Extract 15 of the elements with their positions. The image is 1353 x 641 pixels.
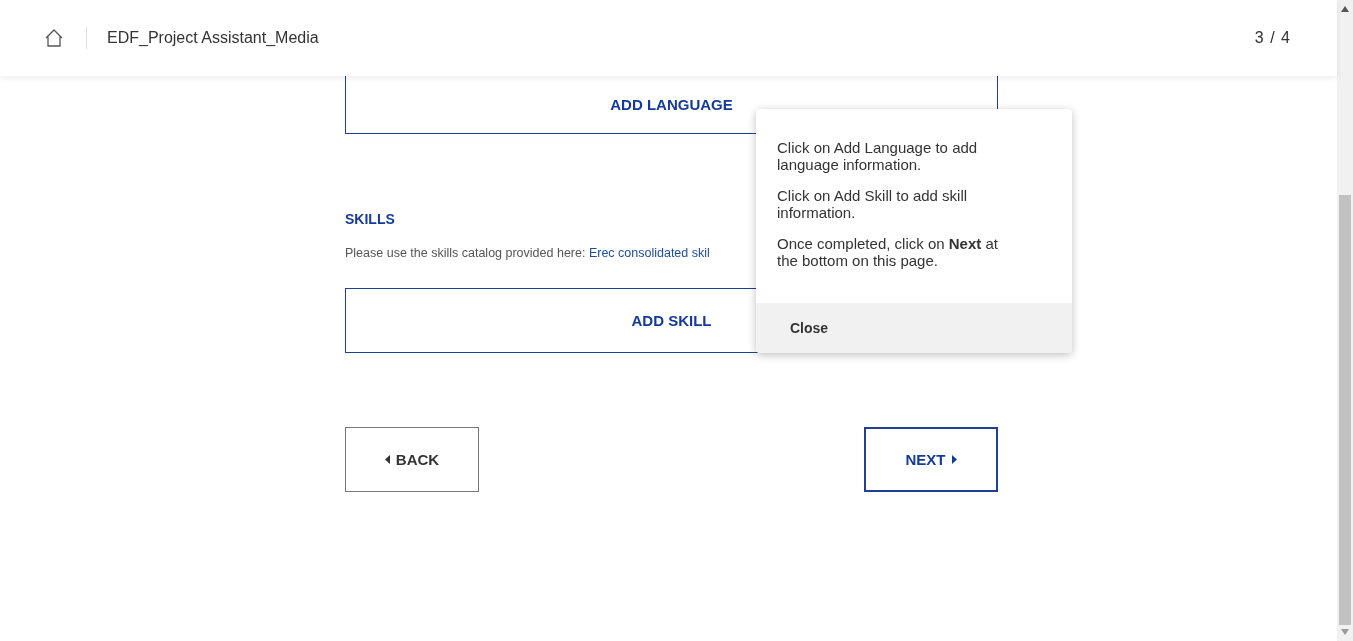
caret-left-icon xyxy=(384,455,390,464)
close-button[interactable]: Close xyxy=(790,320,829,336)
tooltip-text: Once completed, click on Next at the bottom on this page. xyxy=(777,235,999,269)
scrollbar[interactable] xyxy=(1337,0,1353,641)
home-icon[interactable] xyxy=(44,28,64,48)
scroll-up-icon[interactable] xyxy=(1341,6,1349,12)
skills-catalog-link[interactable]: Erec consolidated skil xyxy=(588,246,710,260)
page-counter: 3 / 4 xyxy=(1254,29,1291,47)
tooltip-text: Click on Add Skill to add skill information. xyxy=(777,187,969,221)
next-button[interactable]: NEXT xyxy=(864,427,998,492)
caret-right-icon xyxy=(951,455,957,464)
page-title: EDF_Project Assistant_Media xyxy=(107,29,320,47)
section-heading: SKILLS xyxy=(345,211,395,227)
tooltip-text: Click on Add Language to add language information. xyxy=(777,139,979,173)
back-button[interactable]: BACK xyxy=(345,427,479,492)
